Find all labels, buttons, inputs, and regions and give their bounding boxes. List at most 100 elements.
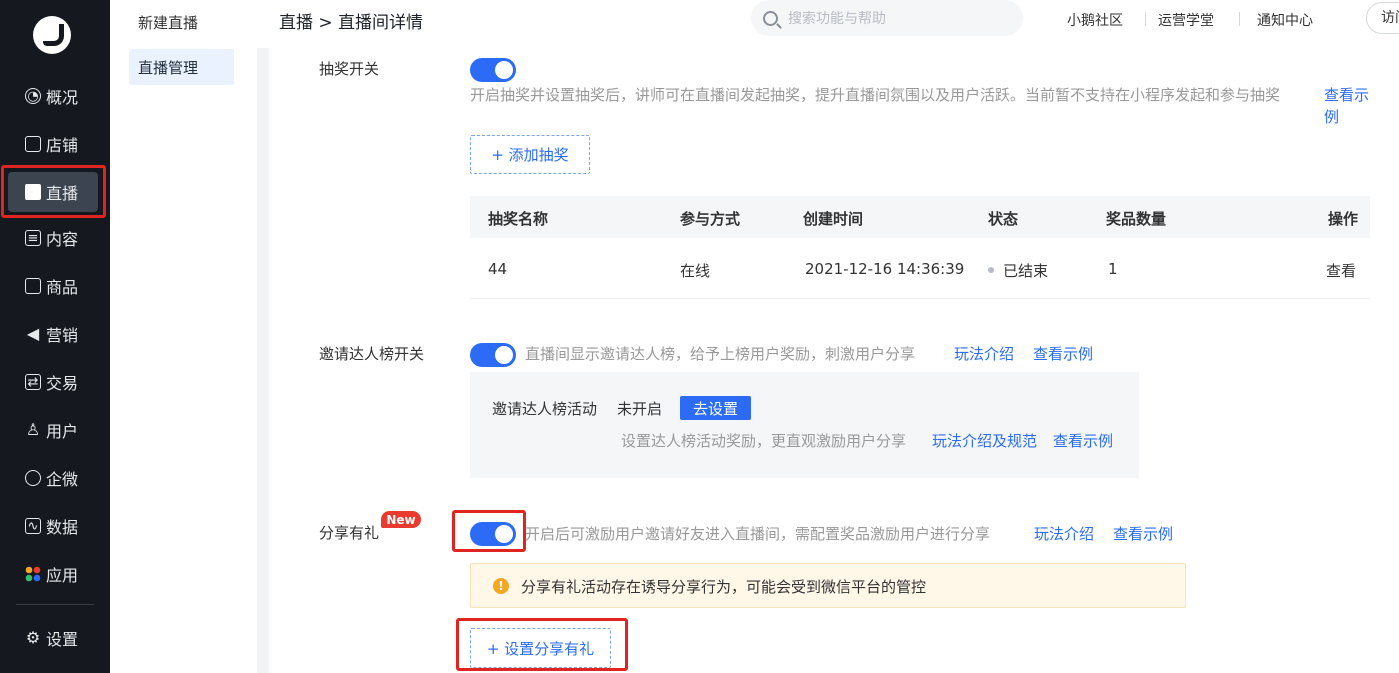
nav-item-live[interactable]: 直播 [8,172,98,212]
lottery-description: 开启抽奖并设置抽奖后，讲师可在直播间发起抽奖，提升直播间氛围以及用户活跃。当前暂… [470,86,1281,104]
column-header: 参与方式 [680,210,741,228]
chart-icon: ◔ [25,88,41,104]
nav-item-label: 直播 [46,184,79,203]
nav-item-label: 数据 [46,518,79,537]
search-placeholder: 搜索功能与帮助 [788,11,886,27]
invite-description: 直播间显示邀请达人榜，给予上榜用户奖励，刺激用户分享 [525,345,916,363]
nav-item-label: 交易 [46,374,79,393]
content-gutter [257,48,269,673]
video-icon [25,184,41,200]
subnav-item-label: 新建直播 [138,13,199,32]
invite-rules-link[interactable]: 玩法介绍 [954,343,1014,365]
header-separator [1145,12,1146,26]
nav-item-wecom[interactable]: 企微 [0,458,110,498]
nav-item-data[interactable]: ∿ 数据 [0,506,110,546]
exchange-icon: ⇄ [25,374,41,390]
invite-activity-box: 邀请达人榜活动 未开启 去设置 设置达人榜活动奖励，更直观激励用户分享 玩法介绍… [470,372,1139,478]
add-lottery-button[interactable]: + 添加抽奖 [470,135,590,174]
nav-item-label: 概况 [46,88,79,107]
lottery-method-cell: 在线 [680,262,711,280]
lottery-table-header: 抽奖名称 参与方式 创建时间 状态 奖品数量 操作 [470,196,1370,238]
lottery-name-cell: 44 [488,260,508,278]
nav-item-store[interactable]: 店铺 [0,124,110,164]
share-label: 分享有礼 [319,524,380,542]
nav-item-label: 应用 [46,566,79,585]
nav-item-users[interactable]: ♙ 用户 [0,410,110,450]
box-icon [25,278,41,294]
visit-button[interactable]: 访问 [1366,2,1399,34]
search-icon [763,10,778,26]
header-link-academy[interactable]: 运营学堂 [1158,10,1214,30]
lottery-toggle[interactable] [470,58,516,82]
nav-item-label: 店铺 [46,136,79,155]
nav-item-content[interactable]: ≡ 内容 [0,218,110,258]
invite-box-example-link[interactable]: 查看示例 [1053,430,1113,452]
app-root: ◔ 概况 店铺 直播 ≡ 内容 商品 ◀ 营销 ⇄ 交易 ♙ 用户 企微 ∿ 数… [0,0,1399,673]
share-toggle[interactable] [470,522,516,546]
search-input[interactable]: 搜索功能与帮助 [751,0,1023,36]
data-icon: ∿ [25,518,41,534]
nav-divider [16,604,94,605]
wecom-icon [25,470,41,486]
invite-activity-status: 未开启 [617,400,663,418]
new-badge: New [381,511,421,528]
document-icon: ≡ [25,230,41,246]
main-content: 抽奖开关 开启抽奖并设置抽奖后，讲师可在直播间发起抽奖，提升直播间氛围以及用户活… [269,44,1399,673]
column-header: 操作 [1328,210,1359,228]
header-link-notifications[interactable]: 通知中心 [1257,10,1313,30]
subnav-item-label: 直播管理 [138,58,199,77]
share-warning-text: 分享有礼活动存在诱导分享行为，可能会受到微信平台的管控 [521,578,927,596]
warning-icon: ! [493,578,509,594]
apps-icon [25,566,41,582]
subnav-item-new-live[interactable]: 新建直播 [129,4,234,40]
share-rules-link[interactable]: 玩法介绍 [1034,523,1094,545]
user-icon: ♙ [25,420,41,439]
nav-item-apps[interactable]: 应用 [0,554,110,594]
nav-item-label: 用户 [46,422,79,441]
share-warning-banner: ! 分享有礼活动存在诱导分享行为，可能会受到微信平台的管控 [470,563,1186,608]
brand-logo-icon[interactable] [33,16,71,54]
nav-item-goods[interactable]: 商品 [0,266,110,306]
megaphone-icon: ◀ [26,324,40,343]
invite-box-rules-link[interactable]: 玩法介绍及规范 [932,430,1037,452]
sub-nav: 新建直播 直播管理 [110,0,257,673]
lottery-prizes-cell: 1 [1108,260,1118,278]
invite-example-link[interactable]: 查看示例 [1033,343,1093,365]
lottery-label: 抽奖开关 [319,60,380,78]
status-dot-icon [988,266,994,273]
lottery-status-cell: 已结束 [988,260,1048,281]
invite-label: 邀请达人榜开关 [319,345,425,363]
set-share-gift-button[interactable]: + 设置分享有礼 [470,628,611,668]
invite-set-button[interactable]: 去设置 [680,396,751,420]
subnav-item-live-manage[interactable]: 直播管理 [129,49,234,85]
column-header: 奖品数量 [1106,210,1167,228]
nav-item-label: 商品 [46,278,79,297]
nav-item-label: 营销 [46,326,79,345]
share-description: 开启后可激励用户邀请好友进入直播间，需配置奖品激励用户进行分享 [525,525,991,543]
nav-item-label: 企微 [46,470,79,489]
top-header: 直播 > 直播间详情 搜索功能与帮助 小鹅社区 运营学堂 通知中心 访问 [257,0,1399,44]
header-link-community[interactable]: 小鹅社区 [1067,10,1123,30]
nav-item-overview[interactable]: ◔ 概况 [0,76,110,116]
status-text: 已结束 [1003,262,1049,280]
lottery-created-cell: 2021-12-16 14:36:39 [805,260,965,278]
nav-item-marketing[interactable]: ◀ 营销 [0,314,110,354]
nav-item-label: 设置 [46,630,79,649]
breadcrumb: 直播 > 直播间详情 [279,13,424,33]
main-nav: ◔ 概况 店铺 直播 ≡ 内容 商品 ◀ 营销 ⇄ 交易 ♙ 用户 企微 ∿ 数… [0,0,110,673]
nav-item-trade[interactable]: ⇄ 交易 [0,362,110,402]
invite-box-hint: 设置达人榜活动奖励，更直观激励用户分享 [621,432,907,450]
nav-item-settings[interactable]: ⚙ 设置 [0,618,110,658]
share-example-link[interactable]: 查看示例 [1113,523,1173,545]
lottery-example-link[interactable]: 查看示例 [1324,84,1376,128]
header-separator [1239,12,1240,26]
view-lottery-link[interactable]: 查看 [1326,260,1356,281]
invite-toggle[interactable] [470,343,516,367]
nav-item-label: 内容 [46,230,79,249]
store-icon [25,136,41,152]
invite-activity-label: 邀请达人榜活动 [492,400,598,418]
gear-icon: ⚙ [25,628,41,647]
column-header: 状态 [988,210,1019,228]
column-header: 创建时间 [803,210,864,228]
table-divider [470,298,1370,299]
